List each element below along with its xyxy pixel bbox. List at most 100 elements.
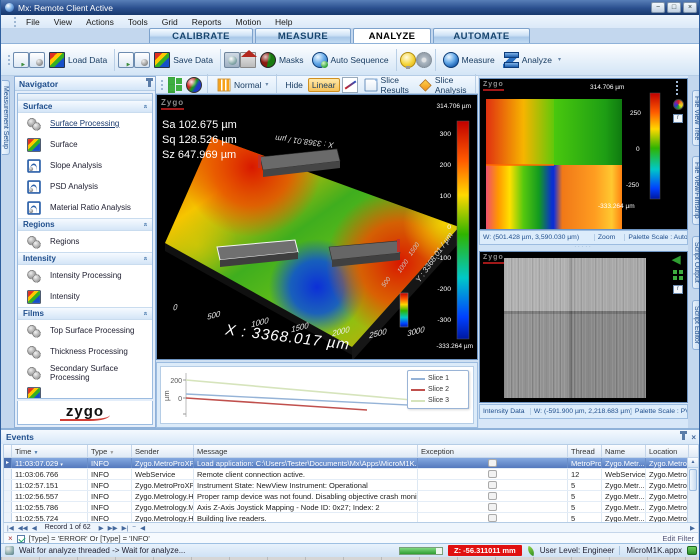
exception-icon[interactable]	[488, 481, 497, 489]
pin-icon[interactable]	[148, 81, 151, 87]
table-row[interactable]: 11:02:55.724 INFO Zygo.Metrology.H... Bu…	[4, 513, 698, 523]
menu-actions[interactable]: Actions	[79, 17, 121, 27]
nav-last-button[interactable]: ▶|	[122, 524, 129, 532]
chevron-down-icon[interactable]: ▾	[60, 462, 63, 468]
sidebar-item-regions[interactable]: Regions	[18, 231, 152, 252]
clear-filter-icon[interactable]: ×	[8, 534, 13, 543]
nav-prev-button[interactable]: ◀	[32, 524, 37, 532]
palette-icon[interactable]	[673, 99, 684, 110]
surface-3d-view[interactable]: Zygo Sa 102.675 µm Sq 128.526 µm Sz 647.…	[156, 94, 478, 360]
exception-icon[interactable]	[488, 514, 497, 522]
tab-analyze[interactable]: ANALYZE	[353, 28, 431, 43]
section-regions[interactable]: Regions«	[18, 218, 152, 231]
lightbulb-icon[interactable]	[400, 52, 416, 68]
gear-icon[interactable]	[416, 52, 432, 68]
table-row[interactable]: 11:03:06.766 INFO WebService Remote clie…	[4, 469, 698, 480]
palette-scale[interactable]: Palette Scale : PV	[632, 408, 687, 415]
table-row[interactable]: 11:02:55.786 INFO Zygo.Metrology.M... Ax…	[4, 502, 698, 513]
col-name[interactable]: Name	[602, 445, 646, 457]
restore-button[interactable]: □	[667, 2, 681, 13]
open-recent-icon[interactable]	[29, 52, 45, 68]
tab-script-output[interactable]: Script Output	[692, 236, 700, 289]
filter-icon[interactable]: ▼	[109, 450, 114, 456]
nav-back-button[interactable]: ◀	[140, 524, 145, 532]
filter-checkbox[interactable]	[17, 535, 25, 543]
minimize-button[interactable]: −	[651, 2, 665, 13]
home-icon[interactable]	[240, 52, 256, 68]
masks-button[interactable]: Masks	[256, 50, 308, 70]
menu-motion[interactable]: Motion	[229, 17, 269, 27]
sidebar-item-material-ratio-analysis[interactable]: Material Ratio Analysis	[18, 197, 152, 218]
section-films[interactable]: Films«	[18, 307, 152, 320]
slice-chart[interactable]: 200 0 µm Slice 1 Slice 2 Slice 3	[160, 366, 474, 424]
tools-icon[interactable]	[224, 52, 240, 68]
sidebar-item-clipped[interactable]	[18, 383, 152, 399]
layout-grid-icon[interactable]	[168, 77, 184, 93]
save-settings-icon[interactable]	[134, 52, 150, 68]
menu-reports[interactable]: Reports	[185, 17, 229, 27]
menu-grid[interactable]: Grid	[155, 17, 185, 27]
menu-help[interactable]: Help	[268, 17, 299, 27]
sort-desc-icon[interactable]: ▼	[33, 450, 38, 456]
slice-analysis-button[interactable]: Slice Analysis	[414, 74, 470, 96]
zoom-mode[interactable]: Zoom	[595, 234, 625, 241]
zoom-2d-view[interactable]: Zygo 314.706 µm 250 0 -250 -333.264 µm r	[479, 78, 688, 230]
line-chart-icon[interactable]	[342, 77, 358, 93]
vertical-scrollbar[interactable]: ▲	[687, 458, 698, 522]
save-data-button[interactable]: Save Data	[150, 50, 217, 70]
sidebar-item-slope-analysis[interactable]: Slope Analysis	[18, 155, 152, 176]
sidebar-item-top-surface-processing[interactable]: Top Surface Processing	[18, 320, 152, 341]
exception-icon[interactable]	[488, 459, 497, 467]
tab-automate[interactable]: AUTOMATE	[433, 28, 530, 43]
intensity-view[interactable]: Zygo ◀ r	[479, 251, 688, 403]
nav-fast-prev-button[interactable]: ◀◀	[18, 524, 28, 532]
expand-icon[interactable]: r	[673, 114, 683, 123]
col-location[interactable]: Location	[646, 445, 689, 457]
col-exception[interactable]: Exception	[418, 445, 568, 457]
edit-filter-link[interactable]: Edit Filter	[662, 534, 694, 543]
nav-first-button[interactable]: |◀	[7, 524, 14, 532]
tab-measure[interactable]: MEASURE	[255, 28, 351, 43]
exception-icon[interactable]	[488, 492, 497, 500]
menu-view[interactable]: View	[47, 17, 79, 27]
save-as-icon[interactable]	[118, 52, 134, 68]
tab-file-view-filmstrip[interactable]: File View/Filmstrip	[692, 156, 700, 225]
table-row[interactable]: 11:02:57.151 INFO Zygo.MetroProXP... Ins…	[4, 480, 698, 491]
scrollbar-thumb[interactable]	[689, 469, 697, 491]
sidebar-item-thickness-processing[interactable]: Thickness Processing	[18, 341, 152, 362]
layout-grid-icon[interactable]	[673, 270, 684, 281]
collapse-icon[interactable]: «	[142, 223, 149, 227]
exception-icon[interactable]	[488, 470, 497, 478]
close-button[interactable]: ×	[683, 2, 697, 13]
slice-results-button[interactable]: Slice Results	[360, 74, 412, 96]
menu-file[interactable]: File	[19, 17, 47, 27]
pin-icon[interactable]	[682, 434, 685, 440]
col-type[interactable]: Type ▼	[88, 445, 132, 457]
section-surface[interactable]: Surface«	[18, 100, 152, 113]
analyze-button[interactable]: Analyze	[499, 50, 556, 70]
tab-measurement-setup[interactable]: Measurement Setup	[2, 80, 10, 155]
load-data-button[interactable]: Load Data	[45, 50, 111, 70]
col-time[interactable]: Time ▼	[12, 445, 88, 457]
sidebar-item-secondary-surface-processing[interactable]: Secondary Surface Processing	[18, 362, 152, 383]
col-message[interactable]: Message	[194, 445, 418, 457]
sidebar-item-surface[interactable]: Surface	[18, 134, 152, 155]
expand-icon[interactable]: r	[673, 285, 683, 294]
section-intensity[interactable]: Intensity«	[18, 252, 152, 265]
linear-button[interactable]: Linear	[308, 78, 340, 92]
palette-scale[interactable]: Palette Scale : Auto	[625, 234, 687, 241]
hide-button[interactable]: Hide	[282, 79, 305, 91]
tab-script-editor[interactable]: Script Editor	[692, 300, 700, 350]
surface-view-icon[interactable]	[186, 77, 202, 93]
close-icon[interactable]: ×	[691, 433, 696, 442]
scroll-up-icon[interactable]: ▲	[688, 458, 698, 468]
sidebar-item-psd-analysis[interactable]: PSD Analysis	[18, 176, 152, 197]
col-sender[interactable]: Sender	[132, 445, 194, 457]
tab-file-view-tree[interactable]: File View Tree	[692, 90, 700, 146]
auto-sequence-button[interactable]: Auto Sequence	[308, 50, 393, 70]
exception-icon[interactable]	[488, 503, 497, 511]
sidebar-item-surface-processing[interactable]: Surface Processing	[18, 113, 152, 134]
toolbar-overflow-icon[interactable]: ▾	[558, 56, 561, 63]
collapse-icon[interactable]: «	[142, 257, 149, 261]
nav-next-button[interactable]: ▶	[99, 524, 104, 532]
